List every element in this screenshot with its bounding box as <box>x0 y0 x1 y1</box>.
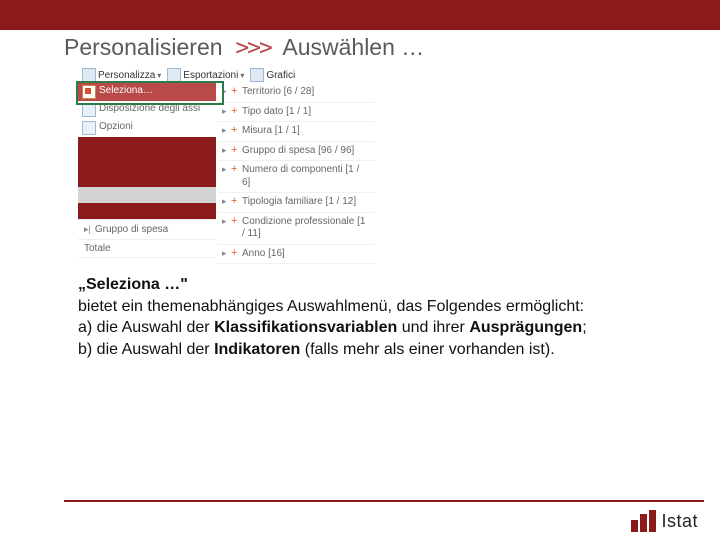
chevron-right-icon: ▸ <box>222 145 228 156</box>
desc-a-term2: Ausprägungen <box>469 319 582 336</box>
menu-opzioni-label: Opzioni <box>99 121 133 133</box>
chevron-right-icon: ▸ <box>222 86 228 97</box>
desc-a-suffix: ; <box>582 319 586 336</box>
dim-tipo-dato[interactable]: ▸ + Tipo dato [1 / 1] <box>218 103 374 123</box>
chevron-right-icon: ▸ <box>222 125 228 136</box>
menu-seleziona-label: Seleziona… <box>99 85 153 97</box>
desc-a-prefix: a) die Auswahl der <box>78 319 214 336</box>
gruppo-di-spesa-row[interactable]: ▸| Gruppo di spesa <box>78 219 216 239</box>
heading-left: Personalisieren <box>64 34 223 60</box>
expand-icon: + <box>231 145 239 155</box>
personalize-menu: Seleziona… Disposizione degli assi Opzio… <box>78 83 216 137</box>
chevron-right-icon: ▸ <box>222 164 228 175</box>
select-icon <box>82 85 96 99</box>
dim-label: Anno [16] <box>242 248 370 261</box>
export-icon <box>167 68 181 82</box>
toolbar-grafici-label: Grafici <box>266 70 295 81</box>
bottom-divider <box>64 500 704 502</box>
menu-disposizione-label: Disposizione degli assi <box>99 103 200 115</box>
dim-label: Condizione professionale [1 / 11] <box>242 216 370 241</box>
toolbar-esportazioni-label: Esportazioni <box>183 70 238 81</box>
right-column: ▸ + Territorio [6 / 28] ▸ + Tipo dato [1… <box>218 83 374 264</box>
heading-separator: >>> <box>235 35 271 61</box>
dim-label: Gruppo di spesa [96 / 96] <box>242 145 370 158</box>
chevron-down-icon: ▾ <box>240 71 244 80</box>
logo-bars-icon <box>631 510 656 532</box>
toolbar-personalizza-label: Personalizza <box>98 70 155 81</box>
red-spacer <box>78 203 216 219</box>
dim-gruppo-spesa[interactable]: ▸ + Gruppo di spesa [96 / 96] <box>218 142 374 162</box>
toolbar-grafici[interactable]: Grafici <box>248 68 297 82</box>
description-text: „Seleziona …" bietet ein themenabhängige… <box>78 274 638 360</box>
layout-icon <box>82 103 96 117</box>
options-icon <box>82 121 96 135</box>
heading-right: Auswählen … <box>282 34 424 60</box>
desc-b-suffix: (falls mehr als einer vorhanden ist). <box>300 341 554 358</box>
desc-a-mid: und ihrer <box>397 319 469 336</box>
totale-label: Totale <box>84 243 111 254</box>
chevron-right-icon: ▸ <box>222 196 228 207</box>
expand-icon: + <box>231 86 239 96</box>
page-title: Personalisieren >>> Auswählen … <box>0 30 720 67</box>
desc-a-term1: Klassifikationsvariablen <box>214 319 397 336</box>
dim-numero-componenti[interactable]: ▸ + Numero di componenti [1 / 6] <box>218 161 374 193</box>
dim-misura[interactable]: ▸ + Misura [1 / 1] <box>218 122 374 142</box>
expand-icon: + <box>231 216 239 226</box>
menu-disposizione[interactable]: Disposizione degli assi <box>78 101 216 119</box>
dim-label: Territorio [6 / 28] <box>242 86 370 99</box>
totale-row[interactable]: Totale <box>78 239 216 258</box>
chart-icon <box>250 68 264 82</box>
chevron-right-icon: ▸ <box>222 248 228 259</box>
logo-text: Istat <box>661 511 698 532</box>
istat-logo: Istat <box>631 510 698 532</box>
grey-spacer <box>78 187 216 203</box>
toolbar-esportazioni[interactable]: Esportazioni ▾ <box>165 68 246 82</box>
chevron-right-icon: ▸ <box>222 106 228 117</box>
toolbar: Personalizza ▾ Esportazioni ▾ Grafici <box>78 67 378 83</box>
chevron-right-icon: ▸ <box>222 216 228 227</box>
desc-title: „Seleziona …" <box>78 276 188 293</box>
dim-condizione-professionale[interactable]: ▸ + Condizione professionale [1 / 11] <box>218 213 374 245</box>
screenshot-panel: Personalizza ▾ Esportazioni ▾ Grafici Se… <box>78 67 378 264</box>
toolbar-personalizza[interactable]: Personalizza ▾ <box>80 68 163 82</box>
desc-b-prefix: b) die Auswahl der <box>78 341 214 358</box>
dim-label: Misura [1 / 1] <box>242 125 370 138</box>
expand-icon: + <box>231 164 239 174</box>
expand-icon: + <box>231 125 239 135</box>
dim-territorio[interactable]: ▸ + Territorio [6 / 28] <box>218 83 374 103</box>
left-column: Seleziona… Disposizione degli assi Opzio… <box>78 83 216 264</box>
expand-icon: + <box>231 196 239 206</box>
dim-label: Numero di componenti [1 / 6] <box>242 164 370 189</box>
red-spacer <box>78 137 216 153</box>
expand-icon: + <box>231 106 239 116</box>
dim-label: Tipologia familiare [1 / 12] <box>242 196 370 209</box>
desc-line-2: bietet ein themenabhängiges Auswahlmenü,… <box>78 298 584 315</box>
chevron-right-icon: ▸| <box>84 224 91 235</box>
top-brand-bar <box>0 0 720 30</box>
menu-seleziona[interactable]: Seleziona… <box>78 83 216 101</box>
gruppo-label: Gruppo di spesa <box>95 224 168 235</box>
expand-icon: + <box>231 248 239 258</box>
desc-b-term: Indikatoren <box>214 341 300 358</box>
menu-opzioni[interactable]: Opzioni <box>78 119 216 137</box>
red-spacer <box>78 171 216 187</box>
dim-tipologia-familiare[interactable]: ▸ + Tipologia familiare [1 / 12] <box>218 193 374 213</box>
red-spacer <box>78 153 216 171</box>
dim-label: Tipo dato [1 / 1] <box>242 106 370 119</box>
personalize-icon <box>82 68 96 82</box>
dim-anno[interactable]: ▸ + Anno [16] <box>218 245 374 265</box>
chevron-down-icon: ▾ <box>157 71 161 80</box>
